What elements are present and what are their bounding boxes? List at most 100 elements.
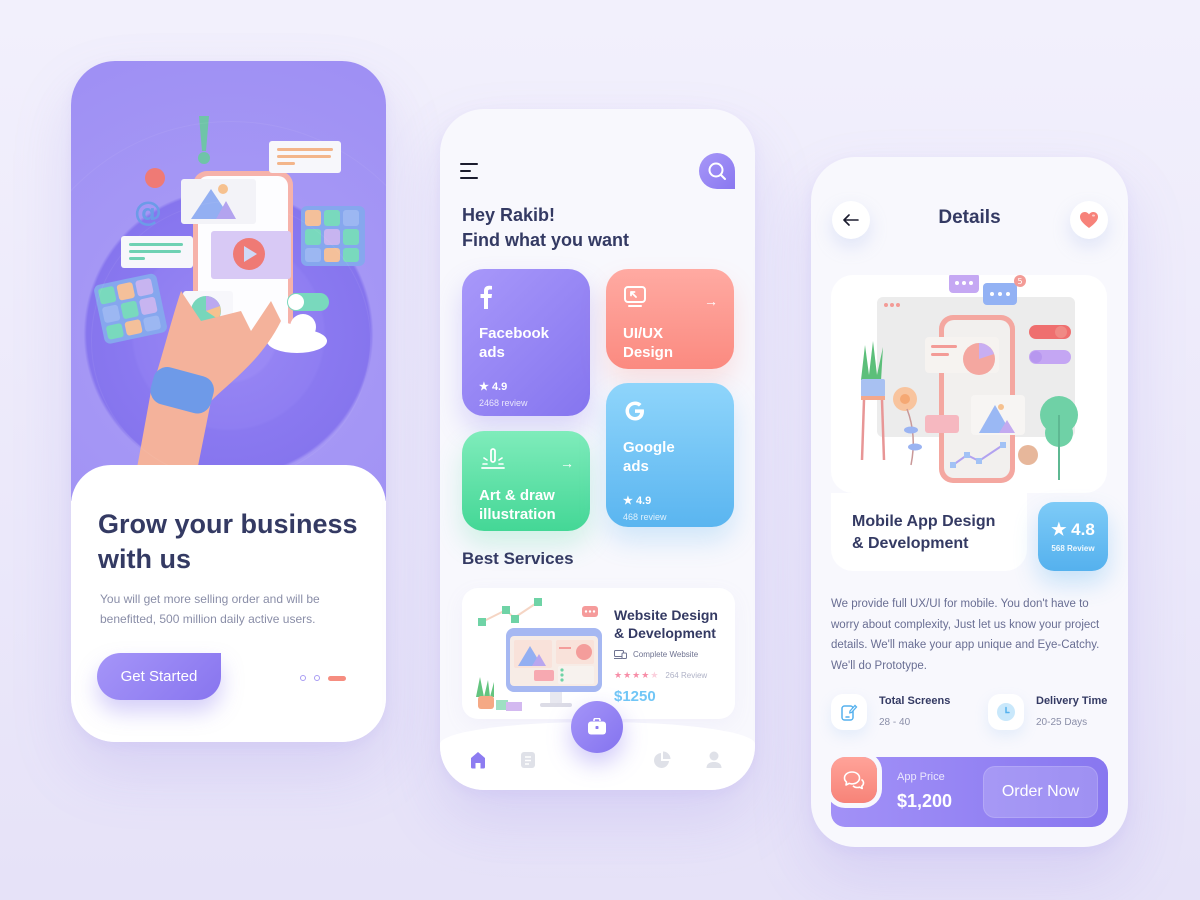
rating-badge: ★ 4.8 568 Review [1038, 502, 1108, 571]
service-title: Website Design & Development [614, 606, 734, 642]
heart-icon [1080, 212, 1098, 228]
onboarding-card: Grow your business with us You will get … [71, 465, 386, 742]
rating-value: 4.9 [635, 495, 652, 507]
search-button[interactable] [699, 153, 735, 189]
star-filled-icon: ★ [614, 670, 624, 680]
rating-value: 4.9 [491, 381, 508, 393]
greeting-line-1: Hey Rakib! [462, 205, 556, 225]
notification-badge: 5 [1018, 277, 1023, 286]
star-icon: ★ [1051, 520, 1067, 539]
onboarding-screen: @ Grow your business with us You will ge… [71, 61, 386, 742]
page-dot[interactable] [314, 675, 320, 681]
onboarding-description: You will get more selling order and will… [100, 592, 320, 626]
star-filled-icon: ★ [632, 670, 642, 680]
greeting-line-2: Find what you want [462, 230, 629, 250]
category-rating: ★ 4.9 [479, 380, 573, 393]
category-reviews: 468 review [623, 512, 667, 522]
category-name: Google ads [623, 438, 717, 476]
devices-icon [614, 650, 627, 659]
product-name-card: Mobile App Design & Development [831, 493, 1027, 571]
service-price: $1250 [614, 688, 656, 705]
clock-icon [997, 703, 1015, 721]
meta-value: 20-25 Days [1036, 717, 1088, 728]
nav-profile[interactable] [704, 750, 724, 770]
category-name-line-1: Facebook [479, 325, 550, 342]
service-title-line-2: & Development [614, 625, 716, 641]
hero-illustration: @ [71, 61, 386, 561]
service-title-line-1: Website Design [614, 607, 718, 623]
category-name-line-2: illustration [479, 506, 556, 523]
chat-button[interactable] [831, 757, 877, 803]
page-indicator [300, 675, 346, 681]
details-screen: Details 5 Mobile App Design & Developmen… [811, 157, 1128, 847]
website-illustration [476, 598, 602, 711]
get-started-button[interactable]: Get Started [97, 653, 221, 700]
category-name-line-1: Art & draw [479, 487, 555, 504]
product-name: Mobile App Design & Development [852, 511, 995, 555]
service-subtitle: Complete Website [614, 650, 698, 659]
facebook-icon [480, 285, 492, 309]
category-card-google-ads[interactable]: Google ads ★ 4.9 468 review [606, 383, 734, 527]
meta-label: Total Screens [879, 695, 951, 707]
star-filled-icon: ★ [641, 670, 651, 680]
meta-delivery-time: Delivery Time 20-25 Days [988, 694, 1107, 730]
page-dot[interactable] [300, 675, 306, 681]
nav-home[interactable] [468, 750, 488, 770]
user-icon [706, 751, 722, 768]
service-subtitle-text: Complete Website [633, 650, 699, 659]
product-illustration-card: 5 [831, 273, 1107, 493]
rating-review-count: 568 Review [1051, 544, 1095, 553]
category-name-line-2: ads [623, 458, 649, 475]
meta-icon-box [831, 694, 867, 730]
menu-icon[interactable] [460, 163, 482, 179]
meta-label: Delivery Time [1036, 695, 1108, 707]
category-name-line-1: Google [623, 439, 675, 456]
search-icon [708, 162, 726, 180]
home-screen: Hey Rakib! Find what you want Facebook a… [440, 109, 755, 790]
category-card-facebook-ads[interactable]: Facebook ads ★ 4.9 2468 review [462, 269, 590, 416]
meta-icon-box [988, 694, 1024, 730]
product-description: We provide full UX/UI for mobile. You do… [831, 598, 1100, 672]
service-rating: ★★★★★ 264 Review [614, 670, 707, 681]
star-filled-icon: ★ [623, 670, 633, 680]
arrow-right-icon: → [560, 455, 574, 471]
category-card-art-draw[interactable]: → Art & draw illustration [462, 431, 590, 531]
category-name-line-1: UI/UX [623, 325, 664, 342]
star-rating-icons: ★★★★★ [614, 670, 659, 681]
product-name-line-1: Mobile App Design [852, 513, 996, 530]
favorite-button[interactable] [1070, 201, 1108, 239]
pen-sparkle-icon [481, 448, 505, 469]
category-name: Art & draw illustration [479, 486, 573, 524]
chat-bubbles-icon [843, 771, 865, 790]
greeting: Hey Rakib! Find what you want [462, 203, 629, 253]
star-icon: ★ [479, 381, 489, 393]
meta-value: 28 - 40 [879, 717, 911, 728]
hero-ring [91, 201, 371, 481]
nav-stats[interactable] [652, 750, 672, 770]
price-label: App Price [897, 771, 945, 783]
star-empty-icon: ★ [650, 670, 660, 680]
category-reviews: 2468 review [479, 398, 528, 408]
page-dot-active[interactable] [328, 675, 346, 681]
nav-documents[interactable] [518, 750, 538, 770]
document-icon [521, 752, 535, 768]
category-card-ui-ux-design[interactable]: → UI/UX Design [606, 269, 734, 369]
google-icon [625, 401, 644, 421]
monitor-cursor-icon [624, 286, 646, 307]
app-design-illustration: 5 [860, 273, 1078, 483]
rating-value: ★ 4.8 [1038, 520, 1108, 540]
category-rating: ★ 4.9 [623, 494, 717, 507]
best-services-heading: Best Services [462, 549, 574, 568]
category-name: UI/UX Design [623, 324, 717, 362]
arrow-right-icon: → [704, 293, 718, 309]
price-value: $1,200 [897, 791, 953, 811]
briefcase-icon [588, 718, 606, 735]
onboarding-title: Grow your business with us [98, 509, 358, 574]
category-name-line-2: ads [479, 344, 505, 361]
nav-portfolio-button[interactable] [571, 701, 623, 753]
order-now-button[interactable]: Order Now [983, 766, 1098, 818]
service-reviews: 264 Review [665, 671, 708, 680]
product-name-line-2: & Development [852, 535, 969, 552]
rating-number: 4.8 [1071, 520, 1095, 539]
service-card[interactable]: Website Design & Development Complete We… [462, 588, 735, 719]
